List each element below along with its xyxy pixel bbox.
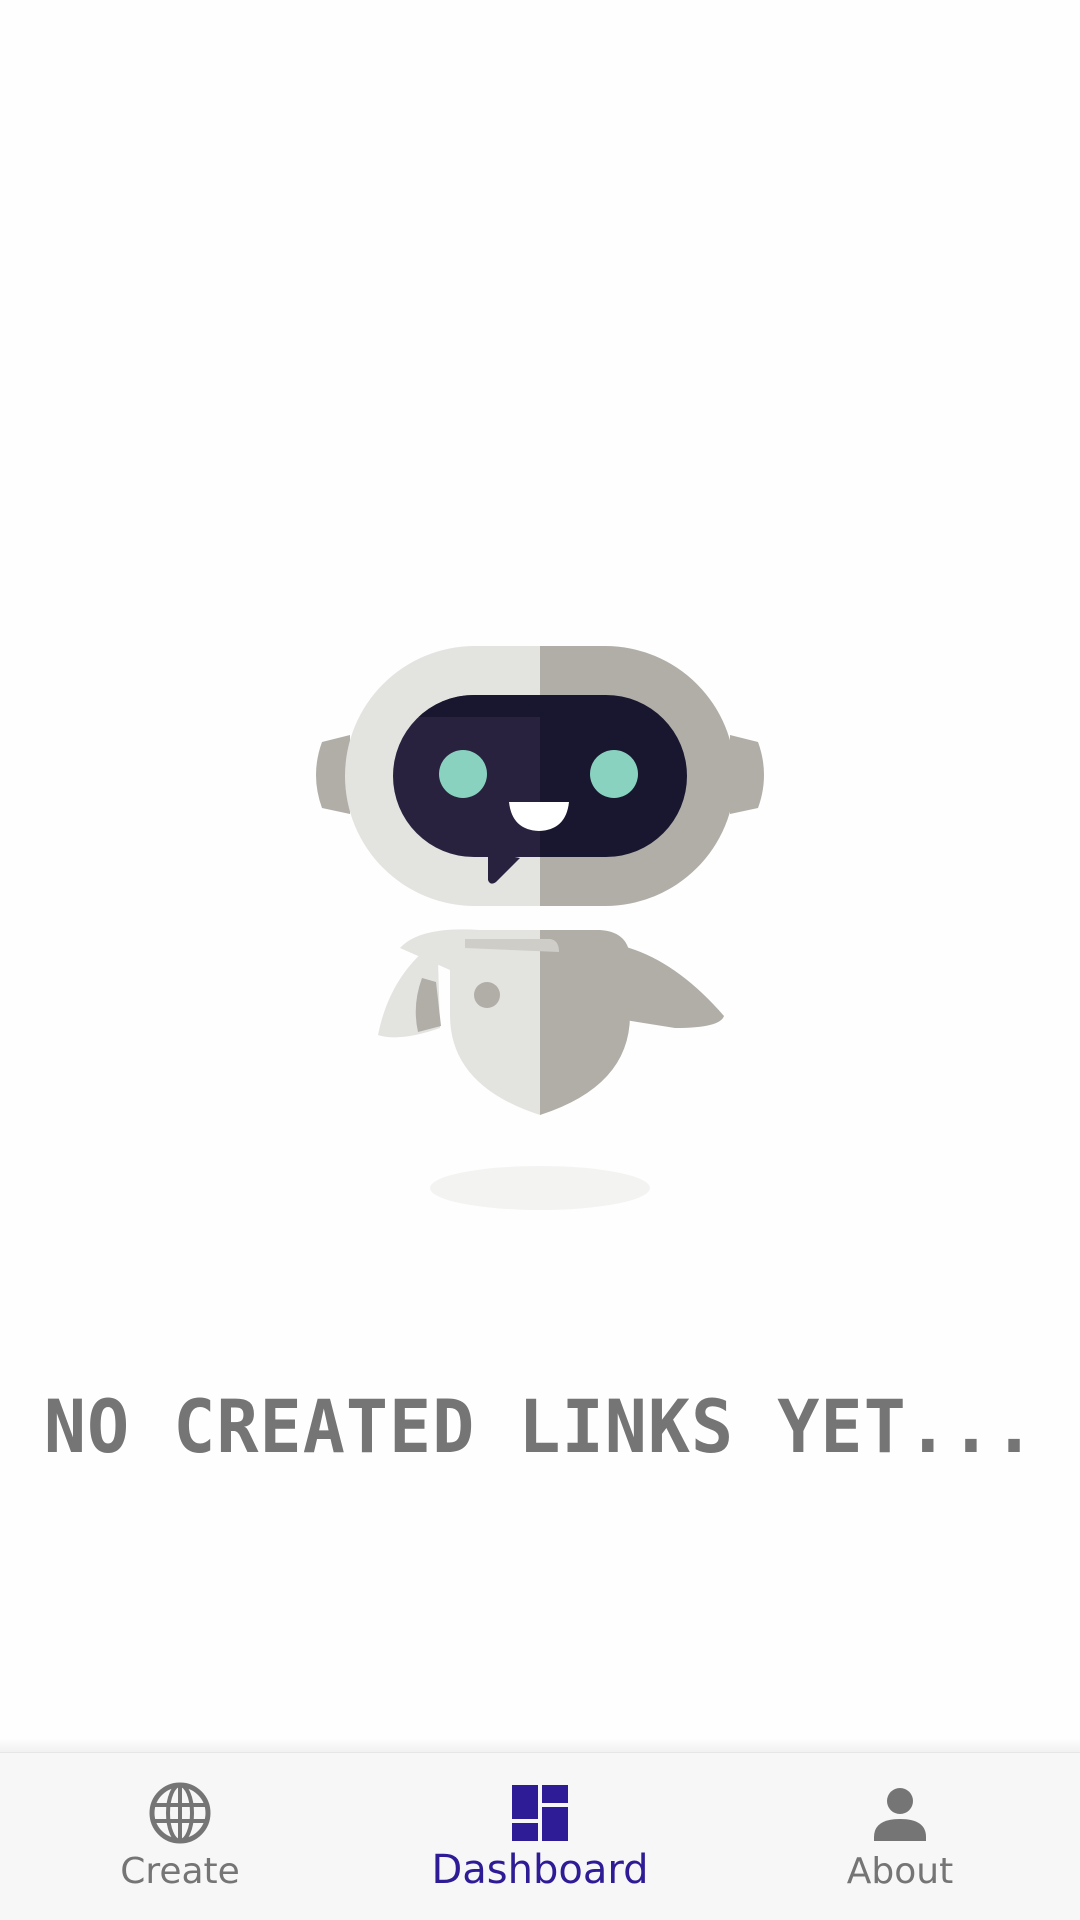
nav-label-dashboard: Dashboard: [431, 1847, 649, 1893]
robot-ear-left: [316, 735, 350, 814]
robot-visor: [393, 695, 687, 857]
main-content: NO CREATED LINKS YET...: [0, 0, 1080, 1745]
nav-item-dashboard[interactable]: Dashboard: [360, 1753, 720, 1920]
robot-shadow: [430, 1166, 650, 1210]
bottom-navigation: Create Dashboard About: [0, 1752, 1080, 1920]
nav-label-create: Create: [120, 1851, 240, 1892]
robot-ear-right: [730, 735, 764, 814]
robot-button: [474, 982, 500, 1008]
nav-item-about[interactable]: About: [720, 1753, 1080, 1920]
robot-eye-left: [439, 750, 487, 798]
dashboard-icon: [512, 1785, 568, 1841]
globe-icon: [149, 1782, 211, 1844]
nav-item-create[interactable]: Create: [0, 1753, 360, 1920]
robot-eye-right: [590, 750, 638, 798]
empty-state-message: NO CREATED LINKS YET...: [43, 1383, 1037, 1471]
nav-shadow: [0, 1738, 1080, 1752]
dashboard-screen: NO CREATED LINKS YET... Create Dashboard: [0, 0, 1080, 1920]
person-icon: [874, 1788, 926, 1841]
robot-illustration: [316, 646, 764, 1210]
nav-label-about: About: [846, 1851, 954, 1892]
